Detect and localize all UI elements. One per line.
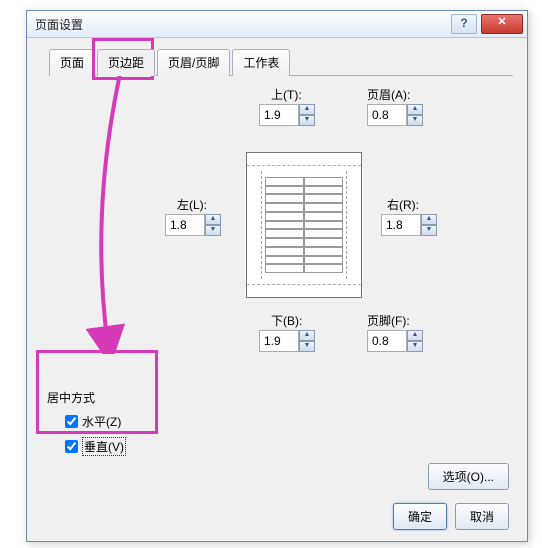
right-input[interactable] [381, 214, 421, 236]
footer-spin-down[interactable]: ▼ [407, 341, 423, 352]
margins-panel: 上(T): ▲ ▼ 页眉(A): ▲ ▼ 左(L): [41, 84, 513, 354]
tab-header-footer[interactable]: 页眉/页脚 [157, 49, 230, 76]
options-button[interactable]: 选项(O)... [428, 463, 509, 490]
cancel-button[interactable]: 取消 [455, 503, 509, 530]
horizontal-center-row[interactable]: 水平(Z) [61, 412, 126, 431]
left-spin-down[interactable]: ▼ [205, 225, 221, 236]
window-title: 页面设置 [35, 16, 451, 33]
bottom-spin-down[interactable]: ▼ [299, 341, 315, 352]
footer-input[interactable] [367, 330, 407, 352]
right-spin-up[interactable]: ▲ [421, 214, 437, 225]
top-spin-down[interactable]: ▼ [299, 115, 315, 126]
tab-sheet[interactable]: 工作表 [232, 49, 290, 76]
vertical-label: 垂直(V) [82, 437, 126, 456]
vertical-checkbox[interactable] [65, 440, 78, 453]
tab-sheet-label: 工作表 [243, 56, 279, 70]
tab-header-footer-label: 页眉/页脚 [168, 56, 219, 70]
page-setup-dialog: 页面设置 ? ✕ 页面 页边距 页眉/页脚 工作表 上(T): ▲ ▼ 页眉(A… [26, 10, 528, 542]
left-input[interactable] [165, 214, 205, 236]
top-spinner: ▲ ▼ [259, 104, 317, 126]
header-label: 页眉(A): [367, 86, 410, 103]
close-button[interactable]: ✕ [481, 14, 523, 34]
preview-header-line [247, 165, 361, 166]
right-label: 右(R): [387, 196, 419, 213]
center-section: 居中方式 水平(Z) 垂直(V) [47, 383, 126, 456]
vertical-center-row[interactable]: 垂直(V) [61, 437, 126, 456]
top-spin-up[interactable]: ▲ [299, 104, 315, 115]
header-input[interactable] [367, 104, 407, 126]
top-label: 上(T): [271, 86, 302, 103]
preview-footer-line [247, 284, 361, 285]
left-spin-up[interactable]: ▲ [205, 214, 221, 225]
center-title: 居中方式 [47, 389, 126, 406]
page-preview [246, 152, 362, 298]
dialog-buttons: 确定 取消 [393, 503, 509, 530]
help-button[interactable]: ? [451, 14, 477, 34]
horizontal-checkbox[interactable] [65, 415, 78, 428]
horizontal-label: 水平(Z) [82, 413, 121, 430]
header-spin-down[interactable]: ▼ [407, 115, 423, 126]
header-spinner: ▲ ▼ [367, 104, 425, 126]
bottom-label: 下(B): [271, 312, 302, 329]
tab-margins[interactable]: 页边距 [97, 49, 155, 76]
left-label: 左(L): [177, 196, 207, 213]
footer-label: 页脚(F): [367, 312, 410, 329]
bottom-spin-up[interactable]: ▲ [299, 330, 315, 341]
top-input[interactable] [259, 104, 299, 126]
footer-spin-up[interactable]: ▲ [407, 330, 423, 341]
bottom-input[interactable] [259, 330, 299, 352]
options-row: 选项(O)... [428, 463, 509, 490]
right-spin-down[interactable]: ▼ [421, 225, 437, 236]
tab-page[interactable]: 页面 [49, 49, 95, 76]
tab-page-label: 页面 [60, 56, 84, 70]
ok-button[interactable]: 确定 [393, 503, 447, 530]
preview-grid [265, 177, 343, 273]
dialog-content: 页面 页边距 页眉/页脚 工作表 上(T): ▲ ▼ 页眉(A): ▲ ▼ [27, 38, 527, 542]
bottom-spinner: ▲ ▼ [259, 330, 317, 352]
titlebar: 页面设置 ? ✕ [27, 11, 527, 38]
left-spinner: ▲ ▼ [165, 214, 223, 236]
titlebar-buttons: ? ✕ [451, 14, 523, 34]
footer-spinner: ▲ ▼ [367, 330, 425, 352]
header-spin-up[interactable]: ▲ [407, 104, 423, 115]
tab-margins-label: 页边距 [108, 56, 144, 70]
tab-strip: 页面 页边距 页眉/页脚 工作表 [49, 48, 513, 76]
right-spinner: ▲ ▼ [381, 214, 439, 236]
